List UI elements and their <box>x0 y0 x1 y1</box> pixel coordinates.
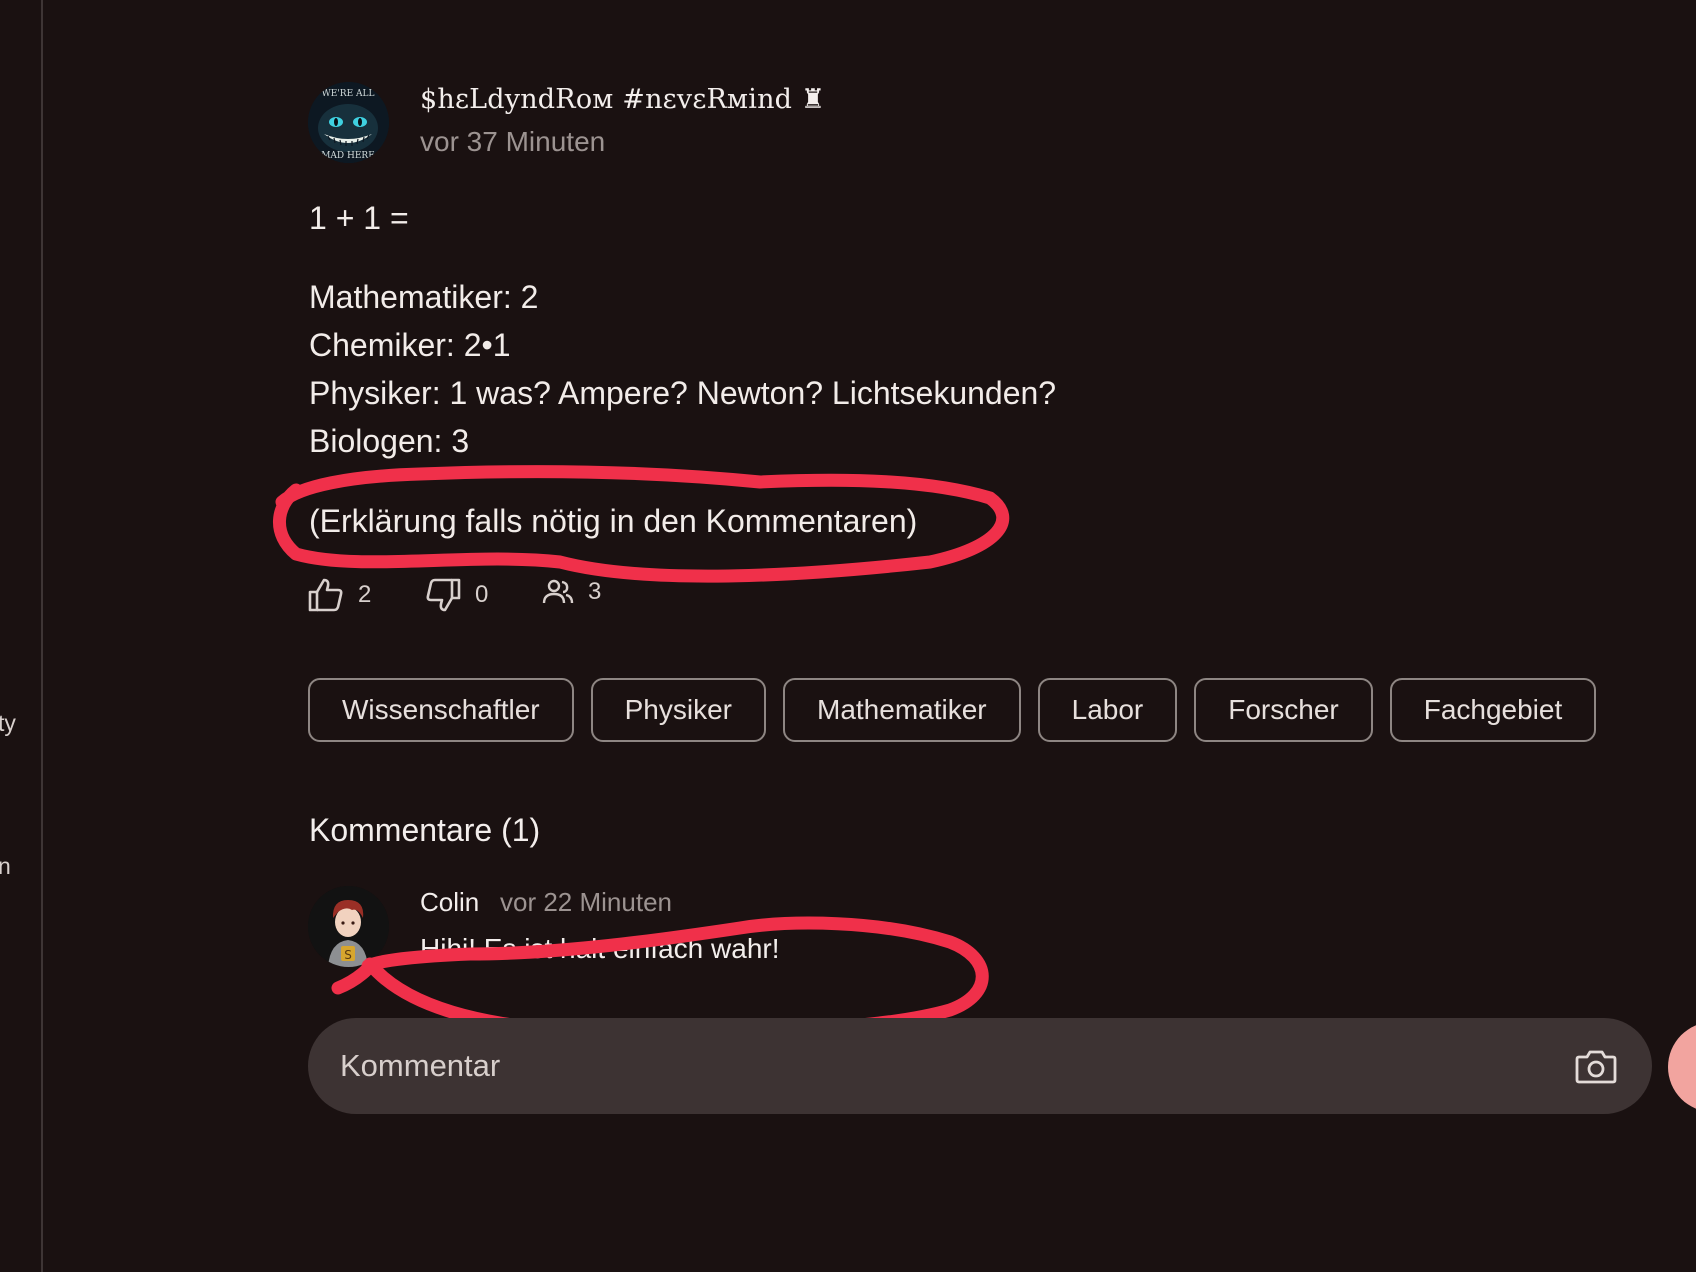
svg-text:S: S <box>344 948 352 962</box>
comment-input[interactable] <box>340 1036 1520 1096</box>
post-line-title: 1 + 1 = <box>309 200 409 236</box>
anime-character-avatar-icon: S <box>308 886 389 967</box>
camera-button[interactable] <box>1570 1040 1622 1092</box>
participant-count: 3 <box>588 578 602 605</box>
post-author-name[interactable]: $hεLdyndRoм #nεvεRмind ♜ <box>420 84 825 115</box>
comment-author[interactable]: Colin <box>420 887 479 918</box>
camera-icon <box>1575 1050 1617 1084</box>
thumbs-down-icon <box>426 578 461 612</box>
comment-timestamp: vor 22 Minuten <box>500 887 672 917</box>
people-icon <box>542 579 574 604</box>
tag-mathematiker[interactable]: Mathematiker <box>783 678 1021 742</box>
svg-text:MAD HERE: MAD HERE <box>321 151 375 161</box>
author-avatar[interactable]: WE'RE ALL MAD HERE <box>308 82 389 163</box>
dislike-button[interactable]: 0 <box>425 578 488 612</box>
post-line-note: (Erklärung falls nötig in den Kommentare… <box>309 503 918 539</box>
tag-forscher[interactable]: Forscher <box>1194 678 1373 742</box>
post-line-bio: Biologen: 3 <box>309 423 470 459</box>
sidebar-item-label[interactable]: n <box>0 853 11 880</box>
send-button[interactable] <box>1668 1022 1696 1112</box>
tag-labor[interactable]: Labor <box>1037 678 1178 742</box>
comment-avatar[interactable]: S <box>308 886 389 967</box>
post-line-chem: Chemiker: 2•1 <box>309 327 511 363</box>
post-page: ty n WE'RE ALL MAD HERE $hεLdyndRoм #nεv… <box>0 0 1696 1272</box>
like-count: 2 <box>358 581 372 608</box>
participants-button[interactable]: 3 <box>542 578 601 606</box>
cheshire-cat-icon: WE'RE ALL MAD HERE <box>308 82 389 163</box>
post-line-math: Mathematiker: 2 <box>309 279 539 315</box>
post-timestamp: vor 37 Minuten <box>420 126 606 157</box>
tag-physiker[interactable]: Physiker <box>590 678 766 742</box>
sidebar-item-label[interactable]: ty <box>0 710 16 737</box>
tag-fachgebiet[interactable]: Fachgebiet <box>1389 678 1597 742</box>
post-line-phys: Physiker: 1 was? Ampere? Newton? Lichtse… <box>309 375 1057 411</box>
comment-text: Hihi! Es ist halt einfach wahr! <box>420 933 780 964</box>
svg-text:WE'RE ALL: WE'RE ALL <box>322 89 375 99</box>
thumbs-up-icon <box>308 578 343 612</box>
sidebar: ty n <box>0 0 43 1272</box>
comment-composer <box>308 1018 1652 1114</box>
dislike-count: 0 <box>475 581 489 608</box>
comments-heading: Kommentare (1) <box>309 812 541 848</box>
tag-wissenschaftler[interactable]: Wissenschaftler <box>308 678 574 742</box>
like-button[interactable]: 2 <box>308 578 371 612</box>
tag-list: Wissenschaftler Physiker Mathematiker La… <box>308 678 1597 742</box>
